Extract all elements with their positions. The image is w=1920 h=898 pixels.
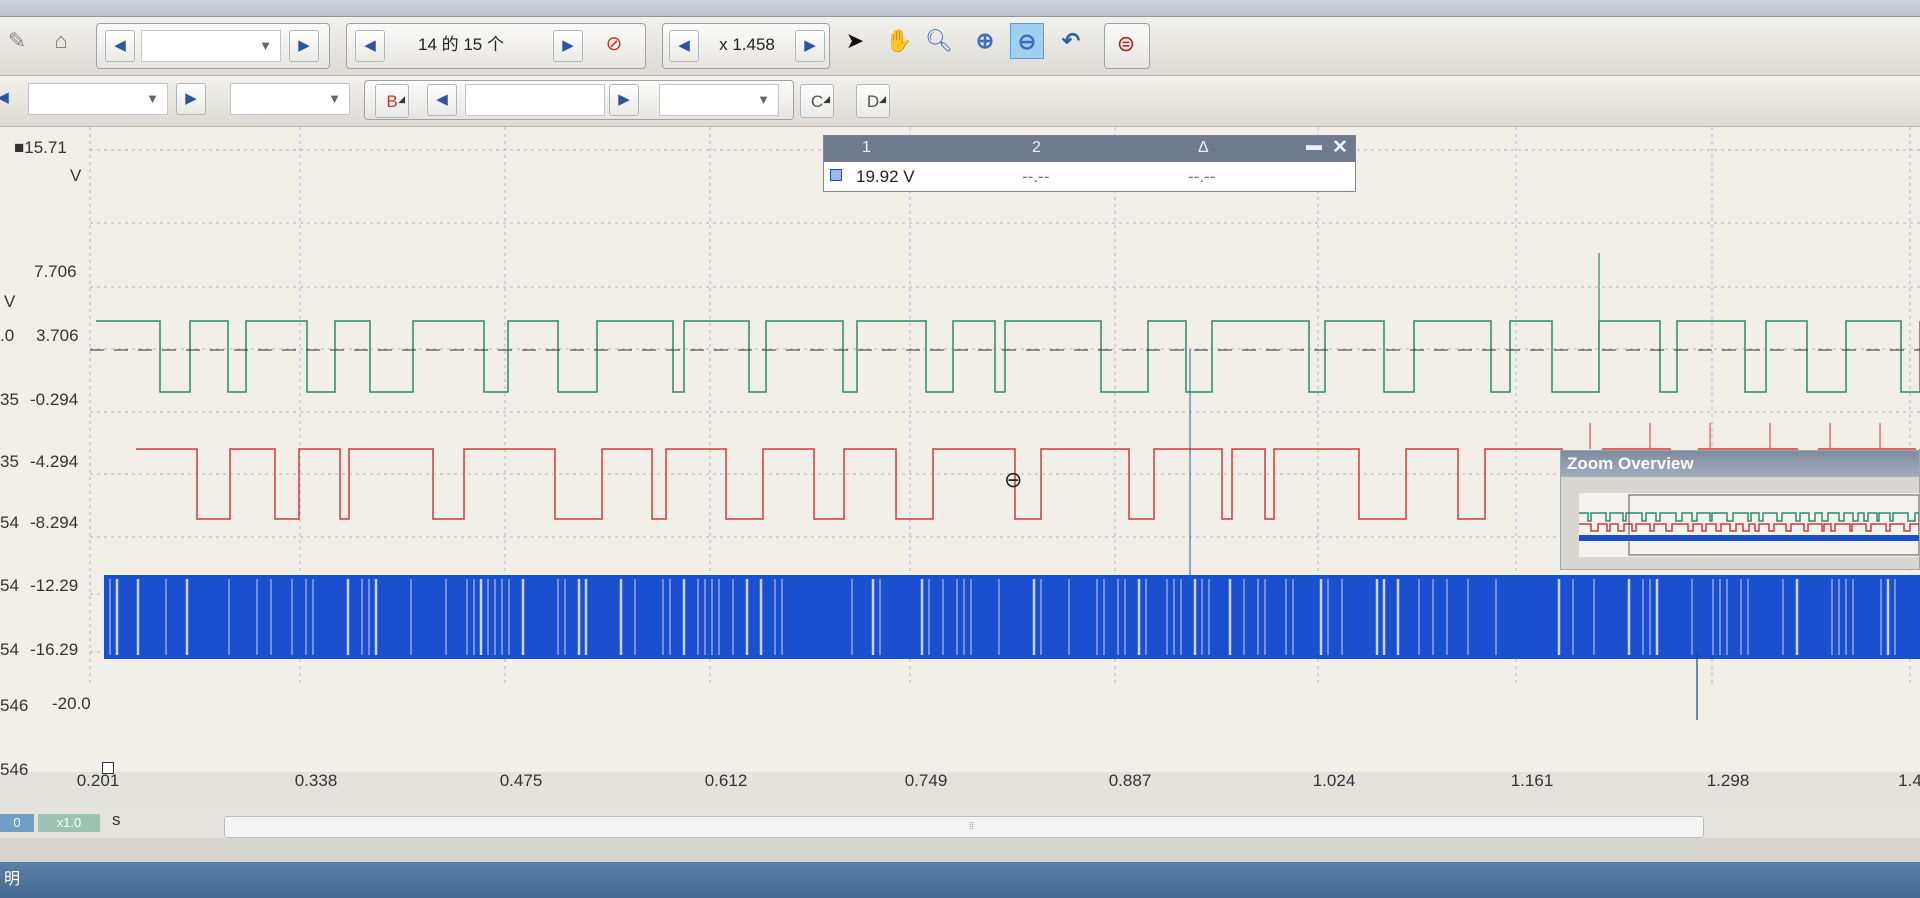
main-toolbar: ✎ ⌂ ◀ ▼ ▶ ◀ 14 的 15 个 ▶ ⊘ ◀ x 1.458 ▶ ➤ … (0, 17, 1920, 76)
zoom-cursor-icon: ⊖ (1004, 468, 1022, 493)
channel-b-button[interactable]: B ◢ (375, 84, 409, 118)
zoom-reset-group: ⊜ (1104, 23, 1150, 69)
x-label: 0.612 (704, 771, 748, 790)
zoom-level-group: ◀ x 1.458 ▶ (662, 23, 830, 69)
y-label-top: ■15.71 (14, 138, 67, 157)
y-label: -8.294 (30, 513, 79, 532)
chevron-down-icon: ▼ (328, 91, 341, 106)
zoom-overview-title: Zoom Overview (1561, 451, 1919, 477)
measure-value-1: 19.92 V (856, 167, 915, 186)
measure-col-1: 1 (862, 139, 871, 156)
channel-a-prev-button[interactable]: ◀ (0, 83, 18, 115)
channel-b-next-button[interactable]: ▶ (609, 84, 639, 116)
channel-c-label: C (810, 92, 824, 111)
y-label: 35 (0, 452, 19, 471)
y-label: -4.294 (30, 452, 79, 471)
x-label: 0.201 (76, 771, 120, 790)
view-select[interactable]: ▼ (141, 30, 281, 62)
green-waveform (96, 320, 1920, 393)
zoom-in-icon[interactable]: ⊕ (968, 23, 1002, 59)
channel-d-button[interactable]: D ◢ (856, 84, 890, 118)
y-unit-label: V (4, 292, 16, 311)
x-label: 1.4 (1898, 771, 1920, 790)
x-label: 1.024 (1312, 771, 1356, 790)
compass-icon[interactable]: ⊘ (597, 26, 631, 62)
y-label: 35 (0, 390, 19, 409)
channel-toolbar: ◀ ▼ ▶ ▼ B ◢ ◀ ▶ ▼ C ◢ D ◢ (0, 76, 1920, 127)
y-label: -20.0 (52, 694, 91, 713)
measure-value-delta: --.-- (1188, 167, 1216, 186)
zoom-overview-panel[interactable]: Zoom Overview (1560, 450, 1920, 570)
zoom-prev-button[interactable]: ◀ (669, 30, 699, 62)
measurement-header: 1 2 Δ ▬ ✕ (824, 136, 1355, 162)
y-label: -0.294 (30, 390, 79, 409)
channel-b-prev-button[interactable]: ◀ (427, 84, 457, 116)
view-selector-group: ◀ ▼ ▶ (96, 23, 330, 69)
chevron-down-icon: ▼ (259, 38, 272, 53)
channel-a-range-select[interactable]: ▼ (28, 83, 168, 115)
channel-c-button[interactable]: C ◢ (800, 84, 834, 118)
y-label: 54 (0, 576, 19, 595)
undo-icon[interactable]: ↶ (1054, 23, 1088, 59)
channel-b-coupling-select[interactable]: ▼ (659, 84, 779, 116)
channel-swatch (830, 169, 842, 181)
page-nav-group: ◀ 14 的 15 个 ▶ ⊘ (346, 23, 646, 69)
x-label: 0.887 (1108, 771, 1152, 790)
measure-col-2: 2 (1032, 139, 1041, 156)
x-unit-label: s (112, 810, 121, 829)
separator (0, 838, 1920, 862)
unit-badge-b: x1.0 (38, 814, 100, 832)
next-view-button[interactable]: ▶ (289, 30, 319, 62)
channel-a-next-button[interactable]: ▶ (176, 83, 206, 115)
channel-a-coupling-select[interactable]: ▼ (230, 83, 350, 115)
zoom-icon[interactable]: 🔍︎ (922, 23, 956, 59)
channel-d-label: D (866, 92, 880, 111)
channel-b-label: B (386, 92, 398, 111)
zoom-level: x 1.458 (719, 35, 775, 54)
menu-bar (0, 0, 1920, 17)
pointer-icon[interactable]: ➤ (838, 23, 872, 59)
channel-b-group: B ◢ ◀ ▶ ▼ (364, 80, 794, 120)
x-label: 0.749 (904, 771, 948, 790)
prev-page-button[interactable]: ◀ (355, 30, 385, 62)
minimize-icon[interactable]: ▬ (1306, 137, 1322, 155)
y-label: -12.29 (30, 576, 79, 595)
channel-b-range-select[interactable] (465, 84, 605, 116)
zoom-next-button[interactable]: ▶ (795, 30, 825, 62)
zoom-out-icon[interactable]: ⊖ (1010, 23, 1044, 59)
y-label: 546 (0, 696, 29, 715)
measure-col-delta: Δ (1198, 139, 1209, 156)
y-unit-label: V (70, 166, 82, 185)
page-counter: 14 的 15 个 (418, 35, 504, 54)
close-icon[interactable]: ✕ (1332, 136, 1348, 159)
y-label: .0 (0, 326, 15, 345)
measure-value-2: --.-- (1022, 167, 1050, 186)
x-label: 1.161 (1510, 771, 1554, 790)
zoom-overview-thumbnail (1579, 493, 1919, 557)
x-label: 1.298 (1706, 771, 1750, 790)
x-origin-marker (102, 762, 114, 774)
measurement-panel: 1 2 Δ ▬ ✕ 19.92 V --.-- --.-- (823, 135, 1356, 192)
x-label: 0.475 (499, 771, 543, 790)
next-page-button[interactable]: ▶ (553, 30, 583, 62)
unit-badge-a: 0 (0, 814, 34, 832)
prev-view-button[interactable]: ◀ (105, 30, 135, 62)
y-label: 3.706 (36, 326, 79, 345)
zoom-reset-icon[interactable]: ⊜ (1109, 26, 1143, 62)
measurement-row: 19.92 V --.-- --.-- (824, 162, 1355, 191)
status-bar: 明 (0, 862, 1920, 898)
pencil-icon[interactable]: ✎ (0, 23, 34, 59)
y-label: 546 (0, 760, 29, 779)
horizontal-scrollbar[interactable]: ⦙⦙ (224, 816, 1704, 838)
home-icon[interactable]: ⌂ (44, 23, 78, 59)
chevron-down-icon: ▼ (757, 92, 770, 107)
y-label: -16.29 (30, 640, 79, 659)
y-label: 54 (0, 513, 19, 532)
y-label: 54 (0, 640, 19, 659)
y-label: 7.706 (34, 262, 77, 281)
chevron-down-icon: ▼ (146, 91, 159, 106)
hand-icon[interactable]: ✋ (882, 23, 916, 59)
x-label: 0.338 (294, 771, 338, 790)
scroll-grip-icon[interactable]: ⦙⦙ (969, 821, 973, 832)
